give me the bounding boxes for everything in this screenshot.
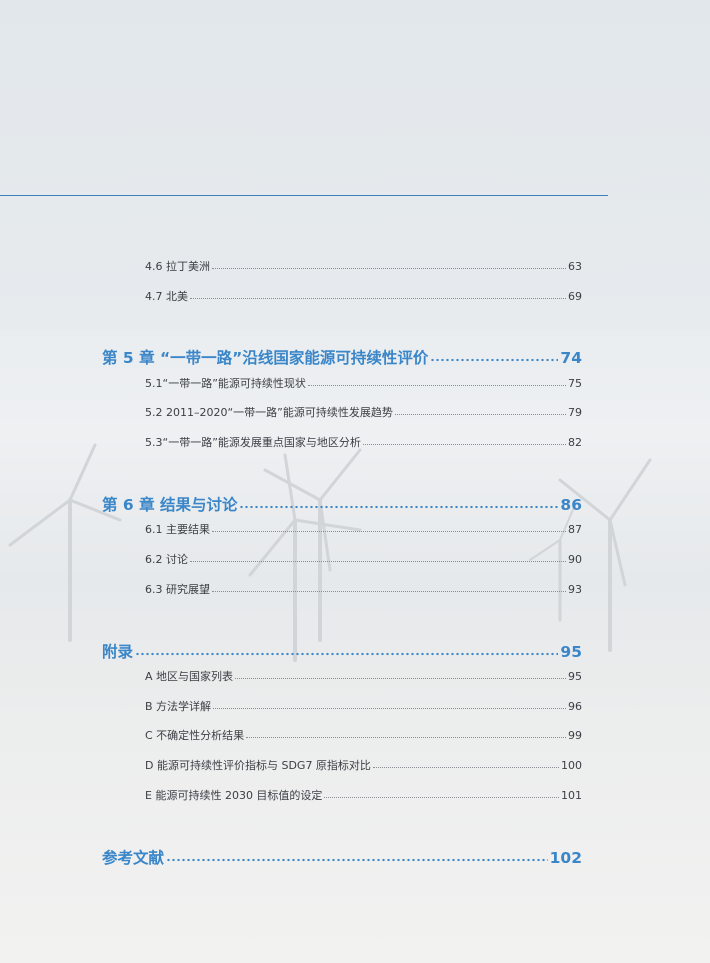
toc-entry-page: 82	[568, 436, 582, 449]
dot-leader	[135, 652, 559, 656]
toc-entry-label: 6.1 主要结果	[145, 523, 210, 536]
toc-chapter[interactable]: 附录 95	[102, 640, 582, 662]
table-of-contents: 4.6 拉丁美洲 63 4.7 北美 69 第 5 章 “一带一路”沿线国家能源…	[0, 0, 710, 963]
dot-leader	[324, 796, 559, 798]
toc-entry[interactable]: C 不确定性分析结果 99	[145, 727, 582, 743]
toc-entry-label: 6.2 讨论	[145, 553, 188, 566]
toc-chapter[interactable]: 第 6 章 结果与讨论 86	[102, 493, 582, 515]
toc-entry[interactable]: A 地区与国家列表 95	[145, 668, 582, 684]
toc-chapter-label: 第 5 章 “一带一路”沿线国家能源可持续性评价	[102, 349, 429, 367]
dot-leader	[246, 736, 566, 738]
dot-leader	[212, 590, 566, 592]
toc-entry-page: 63	[568, 260, 582, 273]
toc-entry[interactable]: 4.7 北美 69	[145, 288, 582, 304]
dot-leader	[239, 505, 559, 509]
dot-leader	[235, 677, 566, 679]
toc-entry[interactable]: 6.1 主要结果 87	[145, 521, 582, 537]
toc-entry-label: D 能源可持续性评价指标与 SDG7 原指标对比	[145, 759, 371, 772]
toc-entry[interactable]: 5.3“一带一路”能源发展重点国家与地区分析 82	[145, 434, 582, 450]
toc-chapter-page: 95	[560, 643, 582, 661]
dot-leader	[362, 443, 566, 445]
toc-entry-page: 75	[568, 377, 582, 390]
dot-leader	[430, 358, 559, 362]
toc-entry-label: A 地区与国家列表	[145, 670, 234, 683]
toc-entry-label: E 能源可持续性 2030 目标值的设定	[145, 789, 323, 802]
toc-chapter-page: 86	[560, 496, 582, 514]
toc-entry-label: 5.3“一带一路”能源发展重点国家与地区分析	[145, 436, 361, 449]
toc-entry-page: 96	[568, 700, 582, 713]
toc-entry-label: 4.6 拉丁美洲	[145, 260, 210, 273]
toc-chapter-label: 附录	[102, 643, 134, 661]
toc-entry[interactable]: E 能源可持续性 2030 目标值的设定 101	[145, 787, 582, 803]
toc-chapter[interactable]: 参考文献 102	[102, 846, 582, 868]
toc-entry-page: 90	[568, 553, 582, 566]
toc-chapter-label: 参考文献	[102, 849, 165, 867]
toc-chapter-page: 74	[560, 349, 582, 367]
toc-entry-page: 87	[568, 523, 582, 536]
dot-leader	[212, 267, 566, 269]
dot-leader	[213, 707, 566, 709]
toc-entry-page: 95	[568, 670, 582, 683]
toc-entry[interactable]: 6.3 研究展望 93	[145, 581, 582, 597]
toc-chapter[interactable]: 第 5 章 “一带一路”沿线国家能源可持续性评价 74	[102, 346, 582, 368]
toc-entry-page: 99	[568, 729, 582, 742]
toc-entry-label: 5.1“一带一路”能源可持续性现状	[145, 377, 306, 390]
dot-leader	[394, 413, 566, 415]
toc-entry[interactable]: 6.2 讨论 90	[145, 551, 582, 567]
dot-leader	[190, 297, 566, 299]
toc-entry[interactable]: D 能源可持续性评价指标与 SDG7 原指标对比 100	[145, 757, 582, 773]
toc-entry-page: 93	[568, 583, 582, 596]
dot-leader	[190, 560, 566, 562]
toc-entry-page: 100	[561, 759, 582, 772]
toc-entry-label: 6.3 研究展望	[145, 583, 210, 596]
toc-entry-label: B 方法学详解	[145, 700, 212, 713]
dot-leader	[166, 858, 548, 862]
toc-entry[interactable]: 5.1“一带一路”能源可持续性现状 75	[145, 375, 582, 391]
toc-entry-label: C 不确定性分析结果	[145, 729, 245, 742]
toc-entry-page: 101	[561, 789, 582, 802]
toc-entry-label: 4.7 北美	[145, 290, 188, 303]
toc-entry-page: 69	[568, 290, 582, 303]
toc-entry-page: 79	[568, 406, 582, 419]
toc-entry[interactable]: 4.6 拉丁美洲 63	[145, 258, 582, 274]
toc-chapter-label: 第 6 章 结果与讨论	[102, 496, 238, 514]
toc-entry-label: 5.2 2011–2020“一带一路”能源可持续性发展趋势	[145, 406, 393, 419]
toc-entry[interactable]: 5.2 2011–2020“一带一路”能源可持续性发展趋势 79	[145, 404, 582, 420]
dot-leader	[212, 530, 566, 532]
toc-chapter-page: 102	[549, 849, 582, 867]
dot-leader	[307, 384, 566, 386]
toc-entry[interactable]: B 方法学详解 96	[145, 698, 582, 714]
dot-leader	[372, 766, 559, 768]
